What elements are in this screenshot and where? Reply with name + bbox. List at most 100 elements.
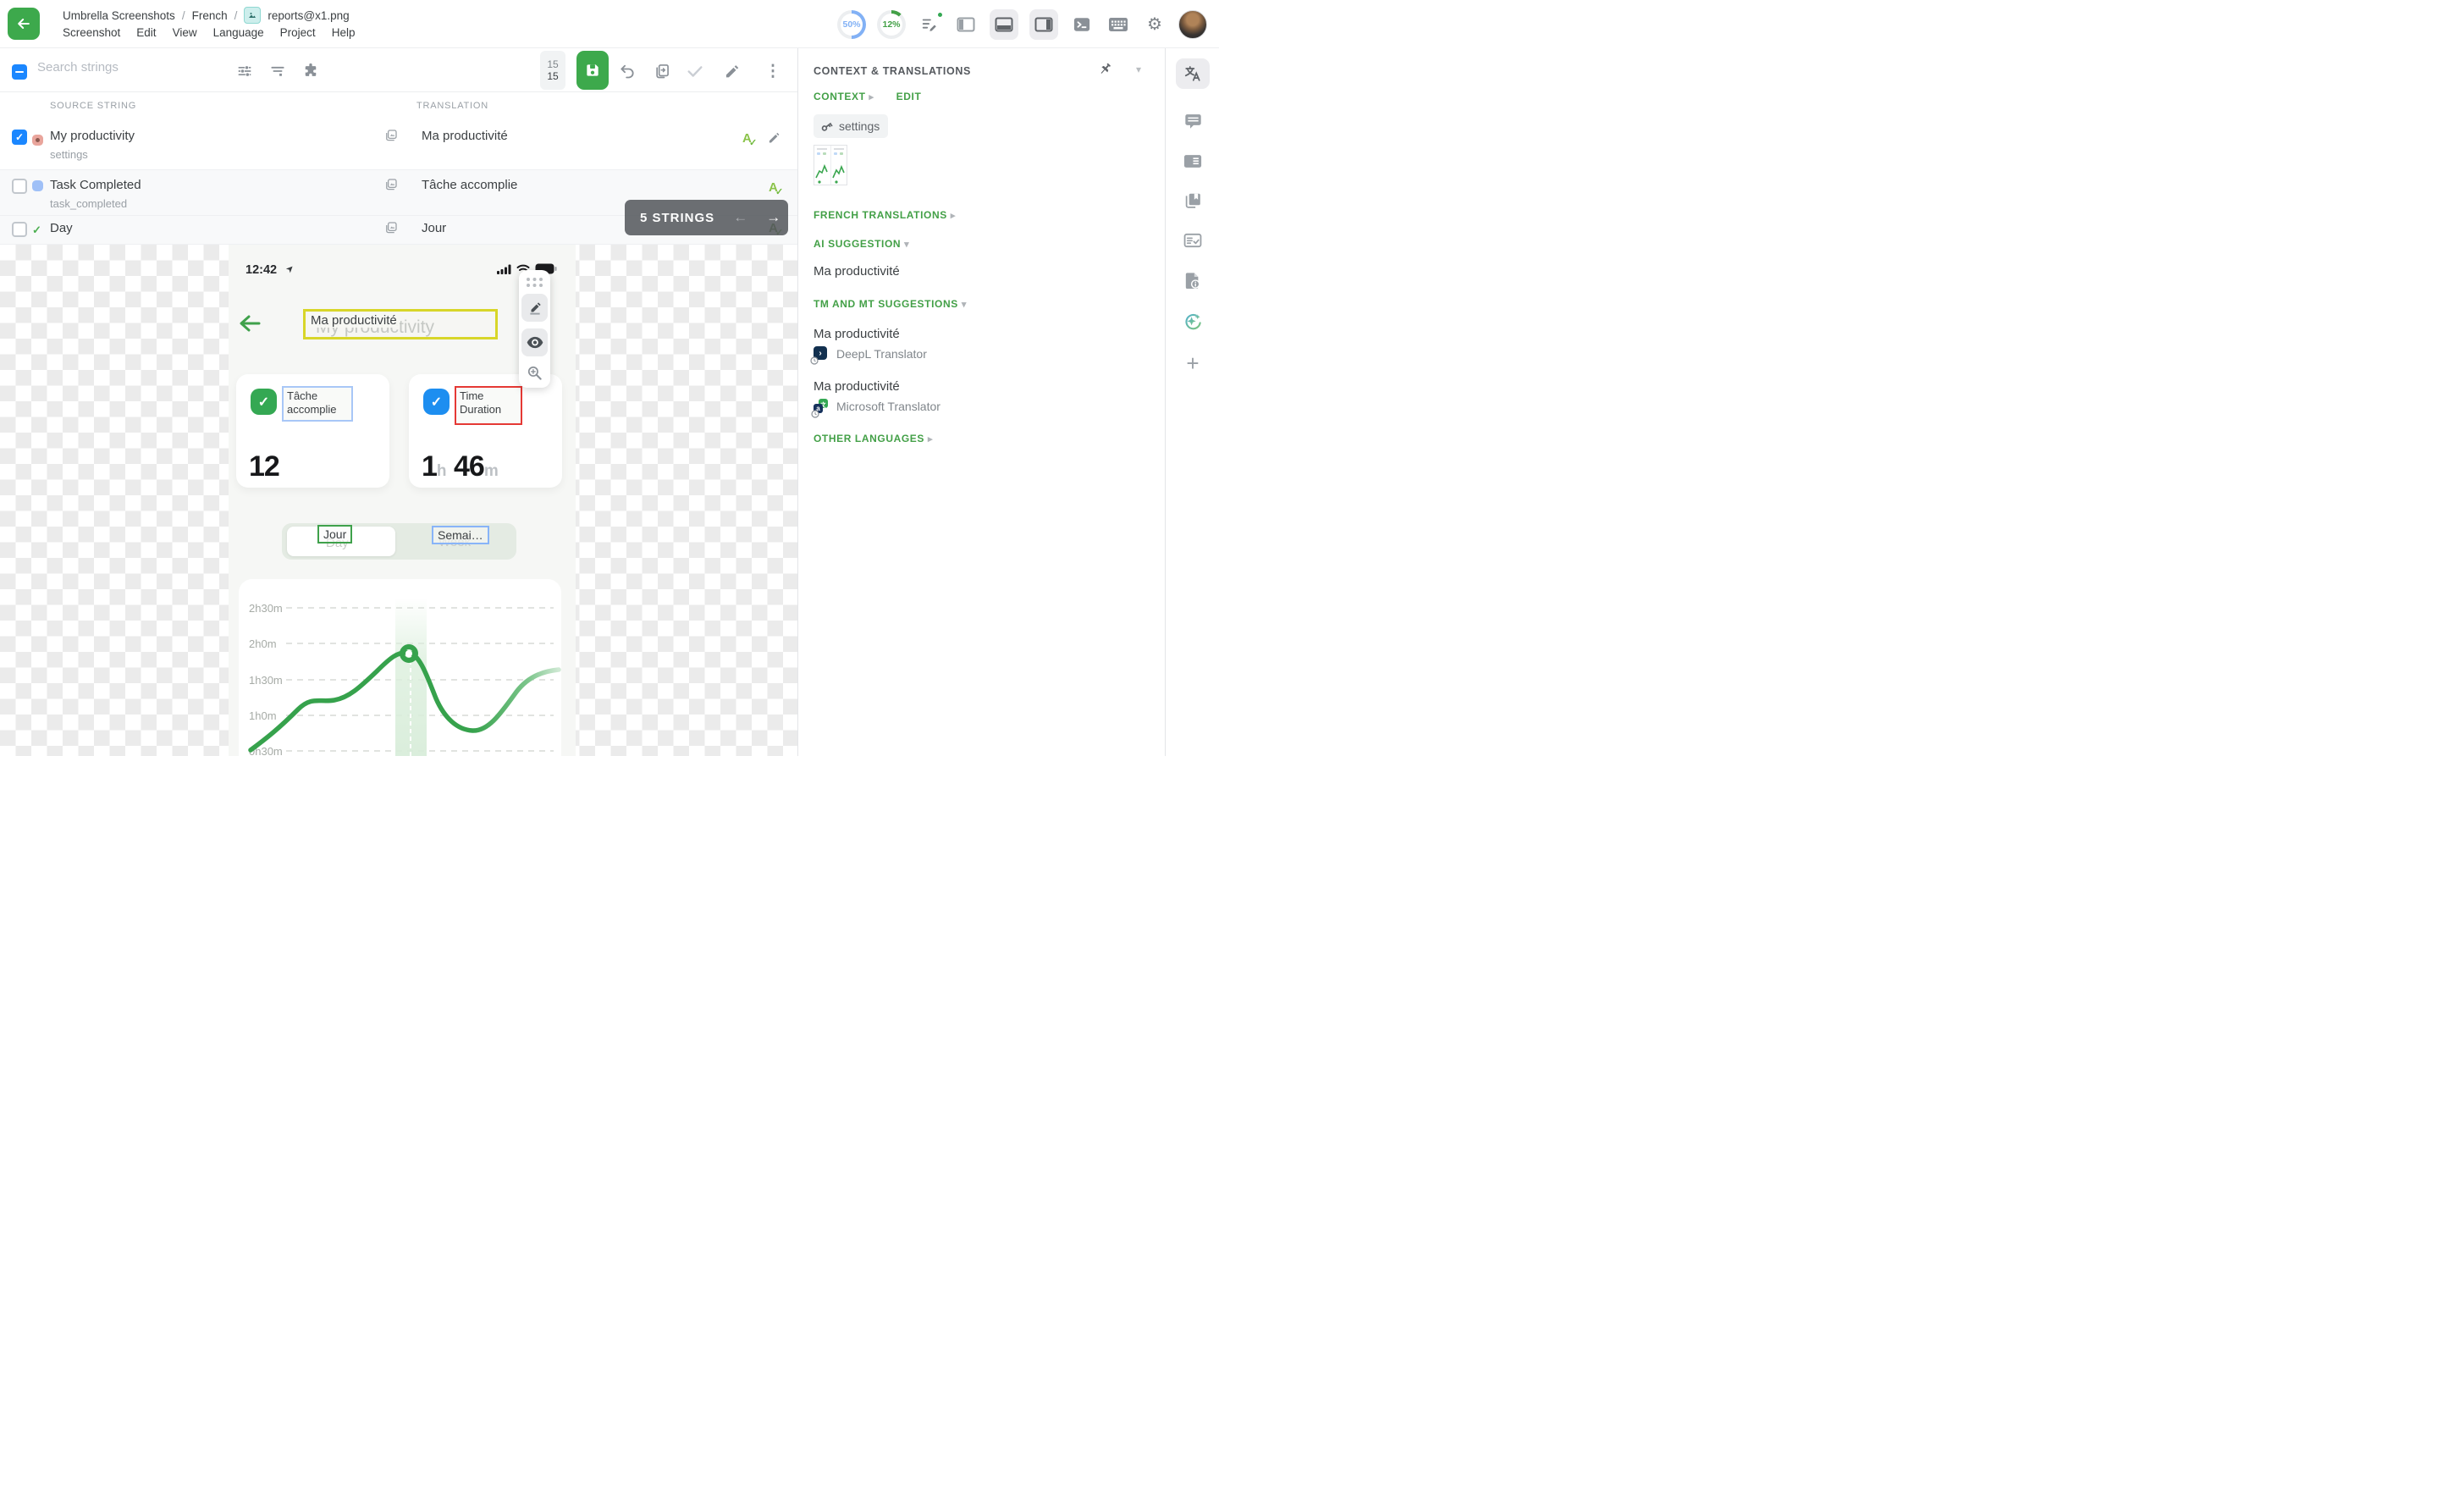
rail-tasks-tab[interactable] — [1176, 225, 1210, 256]
next-strings-arrow[interactable]: → — [766, 209, 780, 226]
undo-button[interactable] — [616, 60, 638, 82]
drag-handle[interactable] — [526, 277, 543, 292]
copy-source-button[interactable] — [651, 60, 673, 82]
rail-file-info-tab[interactable] — [1176, 265, 1210, 295]
menu-help[interactable]: Help — [332, 26, 356, 39]
pencil-icon — [767, 130, 781, 145]
source-string[interactable]: My productivity — [50, 129, 135, 143]
select-all-checkbox[interactable] — [12, 62, 27, 80]
tm-suggestion-text[interactable]: Ma productivité — [814, 327, 900, 341]
tasks-label-box[interactable]: Tâche accomplie Completed — [282, 386, 353, 422]
filter-settings-button[interactable] — [234, 60, 256, 82]
breadcrumb-project[interactable]: Umbrella Screenshots — [63, 9, 175, 22]
translated-progress-ring[interactable]: 50% — [837, 10, 866, 39]
tab-context[interactable]: CONTEXT▸ — [814, 91, 874, 102]
key-icon — [820, 120, 833, 133]
back-button[interactable] — [8, 8, 40, 40]
ai-suggestion-text[interactable]: Ma productivité — [814, 264, 900, 279]
history-clock-icon — [811, 410, 819, 418]
screenshot-thumbnail[interactable] — [814, 145, 847, 185]
section-ai-suggestion[interactable]: AI SUGGESTION▾ — [814, 236, 909, 251]
breadcrumb-file[interactable]: reports@x1.png — [268, 9, 349, 22]
string-row-my-productivity[interactable]: ✓ My productivity settings Ma productivi… — [0, 121, 797, 170]
search-input[interactable] — [37, 60, 207, 74]
sort-filter-button[interactable] — [267, 60, 289, 82]
settings-button[interactable]: ⚙ — [1142, 9, 1167, 40]
section-french-translations[interactable]: FRENCH TRANSLATIONS▸ — [814, 207, 956, 223]
menu-edit[interactable]: Edit — [136, 26, 156, 39]
toggle-right-panel-button[interactable] — [1029, 9, 1058, 40]
context-panel-title: CONTEXT & TRANSLATIONS — [814, 65, 971, 77]
section-tm-mt-suggestions[interactable]: TM AND MT SUGGESTIONS▾ — [814, 296, 967, 312]
shortcuts-button[interactable] — [1106, 9, 1131, 40]
tasks-card: ✓ Tâche accomplie Completed 12 — [236, 374, 389, 488]
screenshot-file-icon — [244, 7, 261, 24]
duplicate-icon — [654, 63, 670, 80]
title-highlight-box[interactable]: My productivity Ma productivité — [303, 309, 498, 339]
status-approved-icon: ✓ — [32, 223, 41, 237]
toggle-left-panel-button[interactable] — [953, 9, 979, 40]
source-string[interactable]: Day — [50, 221, 73, 235]
rail-glossary-tab[interactable] — [1176, 185, 1210, 216]
rail-comments-tab[interactable] — [1176, 106, 1210, 136]
string-key-tag[interactable]: settings — [814, 114, 888, 138]
pin-icon[interactable] — [1098, 62, 1112, 80]
puzzle-icon — [302, 63, 319, 80]
preview-tool-button[interactable] — [521, 328, 548, 356]
more-options-button[interactable]: ⋮ — [762, 60, 784, 82]
breadcrumb-separator: / — [234, 9, 238, 22]
section-other-languages[interactable]: OTHER LANGUAGES▸ — [814, 431, 933, 446]
tag-tool-button[interactable] — [521, 294, 548, 322]
rail-context-tab[interactable] — [1176, 146, 1210, 176]
translation-text[interactable]: Tâche accomplie — [422, 178, 517, 192]
translate-icon — [1183, 64, 1202, 83]
table-header: SOURCE STRING TRANSLATION — [0, 92, 797, 121]
status-translated-icon — [32, 180, 43, 196]
row-edit-button[interactable] — [767, 130, 781, 149]
plugins-button[interactable] — [300, 60, 322, 82]
tune-icon — [236, 63, 253, 80]
terminal-icon — [1073, 16, 1091, 33]
menu-screenshot[interactable]: Screenshot — [63, 26, 120, 39]
screenshot-attached-icon — [383, 220, 399, 240]
right-rail: + — [1165, 48, 1219, 756]
string-counter: 15 15 — [540, 51, 565, 90]
green-check-icon: ✓ — [251, 389, 277, 415]
tab-edit[interactable]: EDIT — [896, 91, 922, 102]
rail-ai-tab[interactable] — [1176, 306, 1210, 337]
row-checkbox[interactable] — [12, 222, 27, 241]
previous-strings-arrow[interactable]: ← — [733, 209, 747, 226]
menu-project[interactable]: Project — [280, 26, 316, 39]
approved-progress-ring[interactable]: 12% — [877, 10, 906, 39]
row-checkbox[interactable]: ✓ — [12, 130, 27, 145]
chart-plot — [239, 579, 561, 756]
bookmark-pages-icon — [1184, 192, 1202, 209]
menu-language[interactable]: Language — [213, 26, 264, 39]
rail-translations-tab[interactable] — [1176, 58, 1210, 89]
screenshot-canvas[interactable]: 12:42 ➤ My productivity Ma productivité … — [0, 245, 797, 756]
save-button[interactable] — [576, 51, 609, 90]
breadcrumb-language[interactable]: French — [192, 9, 228, 22]
tm-suggestion-text[interactable]: Ma productivité — [814, 379, 900, 394]
console-button[interactable] — [1069, 9, 1095, 40]
translation-text[interactable]: Ma productivité — [422, 129, 508, 143]
collapse-panel-chevron[interactable]: ▾ — [1136, 63, 1141, 75]
translation-text[interactable]: Jour — [422, 221, 446, 235]
duration-card: ✓ Time Duration Duration 1h 46m — [409, 374, 562, 488]
string-key: task_completed — [50, 197, 127, 210]
rail-add-panel-button[interactable]: + — [1176, 348, 1210, 378]
menu-view[interactable]: View — [173, 26, 197, 39]
source-string[interactable]: Task Completed — [50, 178, 141, 192]
plus-icon: + — [1186, 350, 1199, 377]
row-checkbox[interactable] — [12, 179, 27, 198]
blue-check-icon: ✓ — [423, 389, 450, 415]
tab-day-highlight-box[interactable]: Jour — [317, 525, 352, 544]
edit-translation-button[interactable] — [721, 60, 743, 82]
toggle-bottom-panel-button[interactable] — [990, 9, 1018, 40]
activity-log-button[interactable] — [917, 9, 942, 40]
zoom-tool-button[interactable] — [521, 359, 548, 387]
tab-week-highlight-box[interactable]: Semai… — [432, 526, 489, 544]
approve-button[interactable] — [684, 60, 706, 82]
duration-label-box[interactable]: Time Duration Duration — [455, 386, 522, 425]
user-avatar[interactable] — [1178, 10, 1207, 39]
